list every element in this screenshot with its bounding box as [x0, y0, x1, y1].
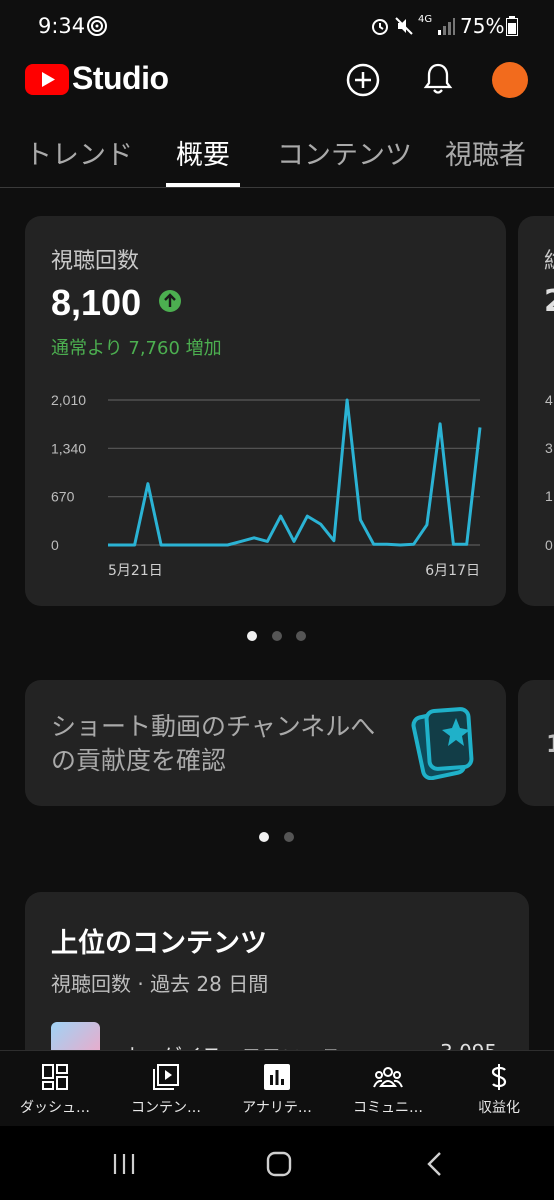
- dollar-icon: [491, 1064, 507, 1090]
- shorts-card-text: ショート動画のチャンネルへの貢献度を確認: [51, 712, 376, 775]
- nav-monetization[interactable]: 収益化: [444, 1056, 554, 1122]
- nav-label: コミュニ…: [353, 1100, 423, 1116]
- alarm-icon: [372, 19, 388, 35]
- nav-label: コンテン…: [131, 1100, 201, 1116]
- views-value: 8,100: [51, 282, 142, 323]
- shorts-promo-icon: [411, 707, 474, 780]
- next-card-ytick: 0: [545, 537, 553, 553]
- nav-label: アナリテ…: [242, 1100, 312, 1116]
- next-card-ytick: 1: [545, 488, 553, 504]
- views-change-text: 通常より 7,760 増加: [51, 338, 222, 359]
- tab-audience[interactable]: 視聴者: [445, 133, 526, 172]
- arrow-up-circle-icon: [159, 290, 181, 312]
- app-logo-text: Studio: [72, 60, 169, 96]
- network-type: 4G: [418, 14, 433, 25]
- nav-analytics[interactable]: アナリテ…: [222, 1056, 332, 1122]
- notifications-button[interactable]: [423, 61, 453, 97]
- avatar[interactable]: [492, 62, 528, 98]
- carousel-dot[interactable]: [284, 832, 294, 842]
- mute-icon: [395, 17, 413, 35]
- dashboard-icon: [42, 1064, 68, 1090]
- nav-content[interactable]: コンテン…: [111, 1056, 221, 1122]
- battery-percent: 75%: [460, 14, 505, 38]
- next-promo-fragment: 1: [546, 730, 554, 758]
- create-button[interactable]: [346, 63, 380, 97]
- nav-dashboard[interactable]: ダッシュ…: [0, 1056, 110, 1122]
- nav-label: 収益化: [478, 1100, 520, 1116]
- recents-icon[interactable]: [110, 1150, 138, 1178]
- status-time: 9:34: [38, 14, 86, 38]
- carousel-dot[interactable]: [247, 631, 257, 641]
- community-icon: [373, 1067, 403, 1088]
- top-content-title: 上位のコンテンツ: [51, 928, 267, 959]
- content-icon: [153, 1064, 179, 1090]
- tab-trends[interactable]: トレンド: [25, 133, 133, 172]
- tab-content[interactable]: コンテンツ: [277, 133, 412, 172]
- top-content-subtitle: 視聴回数 · 過去 28 日間: [51, 972, 269, 996]
- carousel-dot[interactable]: [259, 832, 269, 842]
- nav-community[interactable]: コミュニ…: [333, 1056, 443, 1122]
- battery-icon: [506, 16, 518, 36]
- views-title: 視聴回数: [51, 249, 140, 274]
- youtube-logo-icon: [25, 64, 69, 95]
- next-card-ytick: 4: [545, 392, 553, 408]
- home-icon[interactable]: [265, 1150, 293, 1178]
- analytics-icon: [264, 1064, 290, 1090]
- tab-overview[interactable]: 概要: [176, 133, 230, 172]
- back-icon[interactable]: [422, 1150, 450, 1178]
- signal-icon: [438, 18, 455, 35]
- next-card-ytick: 3: [545, 440, 553, 456]
- tabs-divider: [0, 187, 554, 188]
- next-card-title-fragment: 総: [544, 243, 554, 275]
- hotspot-icon: [87, 16, 107, 36]
- carousel-dot[interactable]: [272, 631, 282, 641]
- next-card-value-fragment: 2: [544, 284, 554, 319]
- nav-label: ダッシュ…: [20, 1100, 90, 1116]
- carousel-dot[interactable]: [296, 631, 306, 641]
